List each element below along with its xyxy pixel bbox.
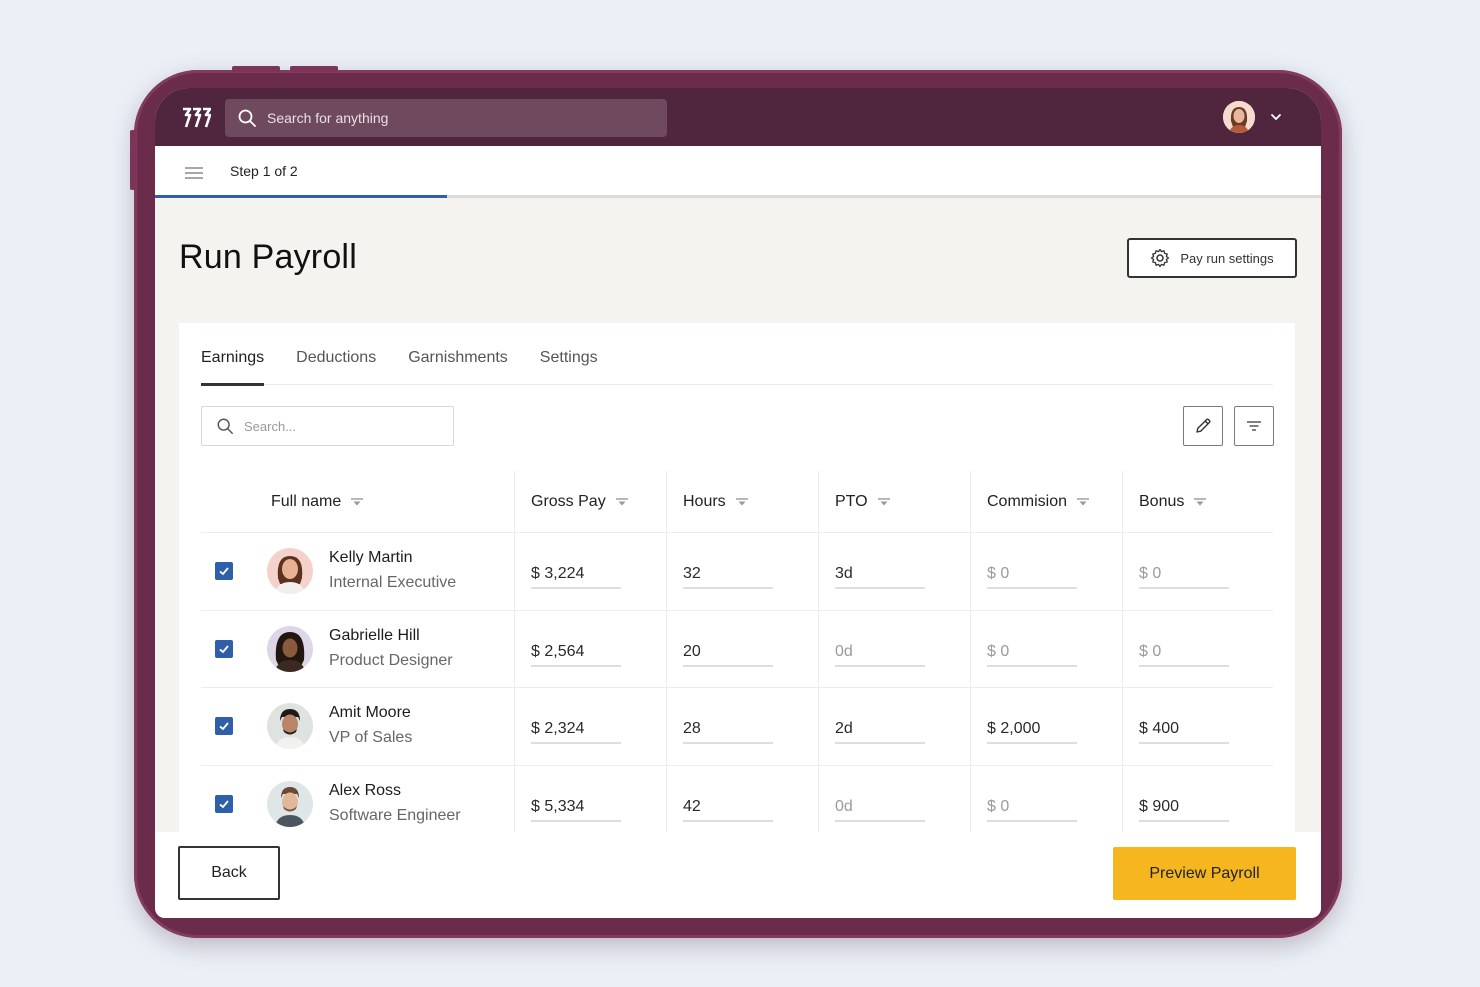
- employee-role: Product Designer: [329, 651, 453, 669]
- sort-icon[interactable]: [877, 497, 891, 507]
- column-header-hours[interactable]: Hours: [666, 471, 818, 532]
- pto-field[interactable]: 2d: [835, 720, 925, 745]
- filter-icon: [1247, 421, 1261, 431]
- tab-garnishments[interactable]: Garnishments: [408, 323, 508, 385]
- tab-settings[interactable]: Settings: [540, 323, 598, 385]
- name-cell: Kelly Martin Internal Executive: [201, 533, 514, 610]
- commission-field[interactable]: $ 2,000: [987, 720, 1077, 745]
- pto-field[interactable]: 3d: [835, 565, 925, 590]
- page-title: Run Payroll: [179, 238, 357, 276]
- hours-field[interactable]: 20: [683, 643, 773, 667]
- progress-fill: [155, 195, 447, 198]
- table-search-placeholder: Search...: [244, 418, 297, 434]
- global-search-placeholder: Search for anything: [267, 110, 389, 126]
- hours-field[interactable]: 28: [683, 720, 773, 745]
- employee-role: Software Engineer: [329, 806, 461, 824]
- hardware-button: [290, 66, 338, 72]
- table-row: Gabrielle Hill Product Designer $ 2,564 …: [201, 610, 1273, 688]
- screen: Search for anything Step 1 of 2 Run Payr…: [155, 88, 1321, 918]
- checkmark-icon: [219, 722, 229, 731]
- sort-icon[interactable]: [1076, 497, 1090, 507]
- search-icon: [217, 418, 233, 434]
- pto-field[interactable]: 0d: [835, 798, 925, 822]
- checkmark-icon: [219, 800, 229, 809]
- pay-run-settings-label: Pay run settings: [1180, 250, 1274, 266]
- hamburger-menu-icon[interactable]: [183, 166, 205, 180]
- row-checkbox[interactable]: [215, 717, 233, 736]
- row-checkbox[interactable]: [215, 794, 233, 813]
- employee-role: Internal Executive: [329, 574, 457, 591]
- avatar: [267, 548, 313, 595]
- filter-button[interactable]: [1234, 406, 1274, 446]
- hardware-button: [130, 130, 136, 190]
- bonus-field[interactable]: $ 0: [1139, 643, 1229, 667]
- pto-field[interactable]: 0d: [835, 643, 925, 667]
- edit-button[interactable]: [1183, 406, 1223, 446]
- gross-pay-field[interactable]: $ 5,334: [531, 798, 621, 822]
- table-row: Amit Moore VP of Sales $ 2,324 28 2d $ 2…: [201, 688, 1273, 766]
- sort-icon[interactable]: [1193, 497, 1207, 507]
- table-header: Full name Gross Pay Hours PTO Commision: [201, 471, 1273, 533]
- column-header-gross-pay[interactable]: Gross Pay: [514, 471, 666, 532]
- bonus-field[interactable]: $ 900: [1139, 798, 1229, 822]
- pencil-icon: [1196, 418, 1211, 433]
- employee-role: VP of Sales: [329, 729, 413, 746]
- table-search-input[interactable]: Search...: [201, 406, 454, 446]
- tab-bar: Earnings Deductions Garnishments Setting…: [201, 323, 1273, 386]
- gross-pay-field[interactable]: $ 3,224: [531, 565, 621, 590]
- top-nav-bar: Search for anything: [155, 88, 1321, 146]
- column-header-bonus[interactable]: Bonus: [1122, 471, 1272, 532]
- hours-field[interactable]: 42: [683, 798, 773, 822]
- tab-earnings[interactable]: Earnings: [201, 323, 265, 386]
- chevron-down-icon[interactable]: [1269, 110, 1283, 124]
- hardware-button: [232, 66, 280, 72]
- step-progress-bar: Step 1 of 2: [155, 146, 1321, 198]
- row-checkbox[interactable]: [215, 639, 233, 658]
- payroll-card: Earnings Deductions Garnishments Setting…: [179, 323, 1295, 918]
- gear-icon: [1151, 248, 1170, 268]
- column-header-pto[interactable]: PTO: [818, 471, 970, 532]
- commission-field[interactable]: $ 0: [987, 565, 1077, 590]
- global-search-input[interactable]: Search for anything: [225, 99, 667, 137]
- employee-name: Gabrielle Hill: [329, 626, 420, 644]
- step-indicator: Step 1 of 2: [230, 163, 298, 179]
- column-header-full-name[interactable]: Full name: [201, 471, 514, 532]
- table-row: Kelly Martin Internal Executive $ 3,224 …: [201, 533, 1273, 611]
- avatar: [267, 703, 313, 750]
- sort-icon[interactable]: [350, 497, 364, 507]
- checkmark-icon: [219, 645, 229, 654]
- commission-field[interactable]: $ 0: [987, 643, 1077, 667]
- app-logo-icon[interactable]: [181, 106, 211, 130]
- back-button[interactable]: Back: [178, 846, 280, 900]
- tab-deductions[interactable]: Deductions: [296, 323, 376, 385]
- employee-name: Kelly Martin: [329, 549, 413, 566]
- user-avatar[interactable]: [1223, 101, 1255, 133]
- sort-icon[interactable]: [735, 497, 749, 507]
- avatar: [267, 625, 313, 672]
- checkmark-icon: [219, 567, 229, 576]
- gross-pay-field[interactable]: $ 2,324: [531, 720, 621, 745]
- pay-run-settings-button[interactable]: Pay run settings: [1127, 238, 1297, 278]
- row-checkbox[interactable]: [215, 562, 233, 581]
- footer-bar: Back Preview Payroll: [155, 832, 1321, 918]
- bonus-field[interactable]: $ 400: [1139, 720, 1229, 745]
- gross-pay-field[interactable]: $ 2,564: [531, 643, 621, 667]
- bonus-field[interactable]: $ 0: [1139, 565, 1229, 590]
- employee-name: Amit Moore: [329, 704, 411, 721]
- preview-payroll-button[interactable]: Preview Payroll: [1113, 847, 1296, 900]
- hours-field[interactable]: 32: [683, 565, 773, 590]
- user-menu[interactable]: [1223, 101, 1283, 133]
- avatar: [267, 780, 313, 827]
- column-header-commission[interactable]: Commision: [970, 471, 1122, 532]
- commission-field[interactable]: $ 0: [987, 798, 1077, 822]
- name-cell: Alex Ross Software Engineer: [201, 766, 514, 843]
- sort-icon[interactable]: [615, 497, 629, 507]
- employee-name: Alex Ross: [329, 781, 402, 799]
- earnings-table: Full name Gross Pay Hours PTO Commision: [201, 471, 1273, 843]
- search-icon: [238, 109, 256, 127]
- name-cell: Gabrielle Hill Product Designer: [201, 611, 514, 688]
- name-cell: Amit Moore VP of Sales: [201, 688, 514, 765]
